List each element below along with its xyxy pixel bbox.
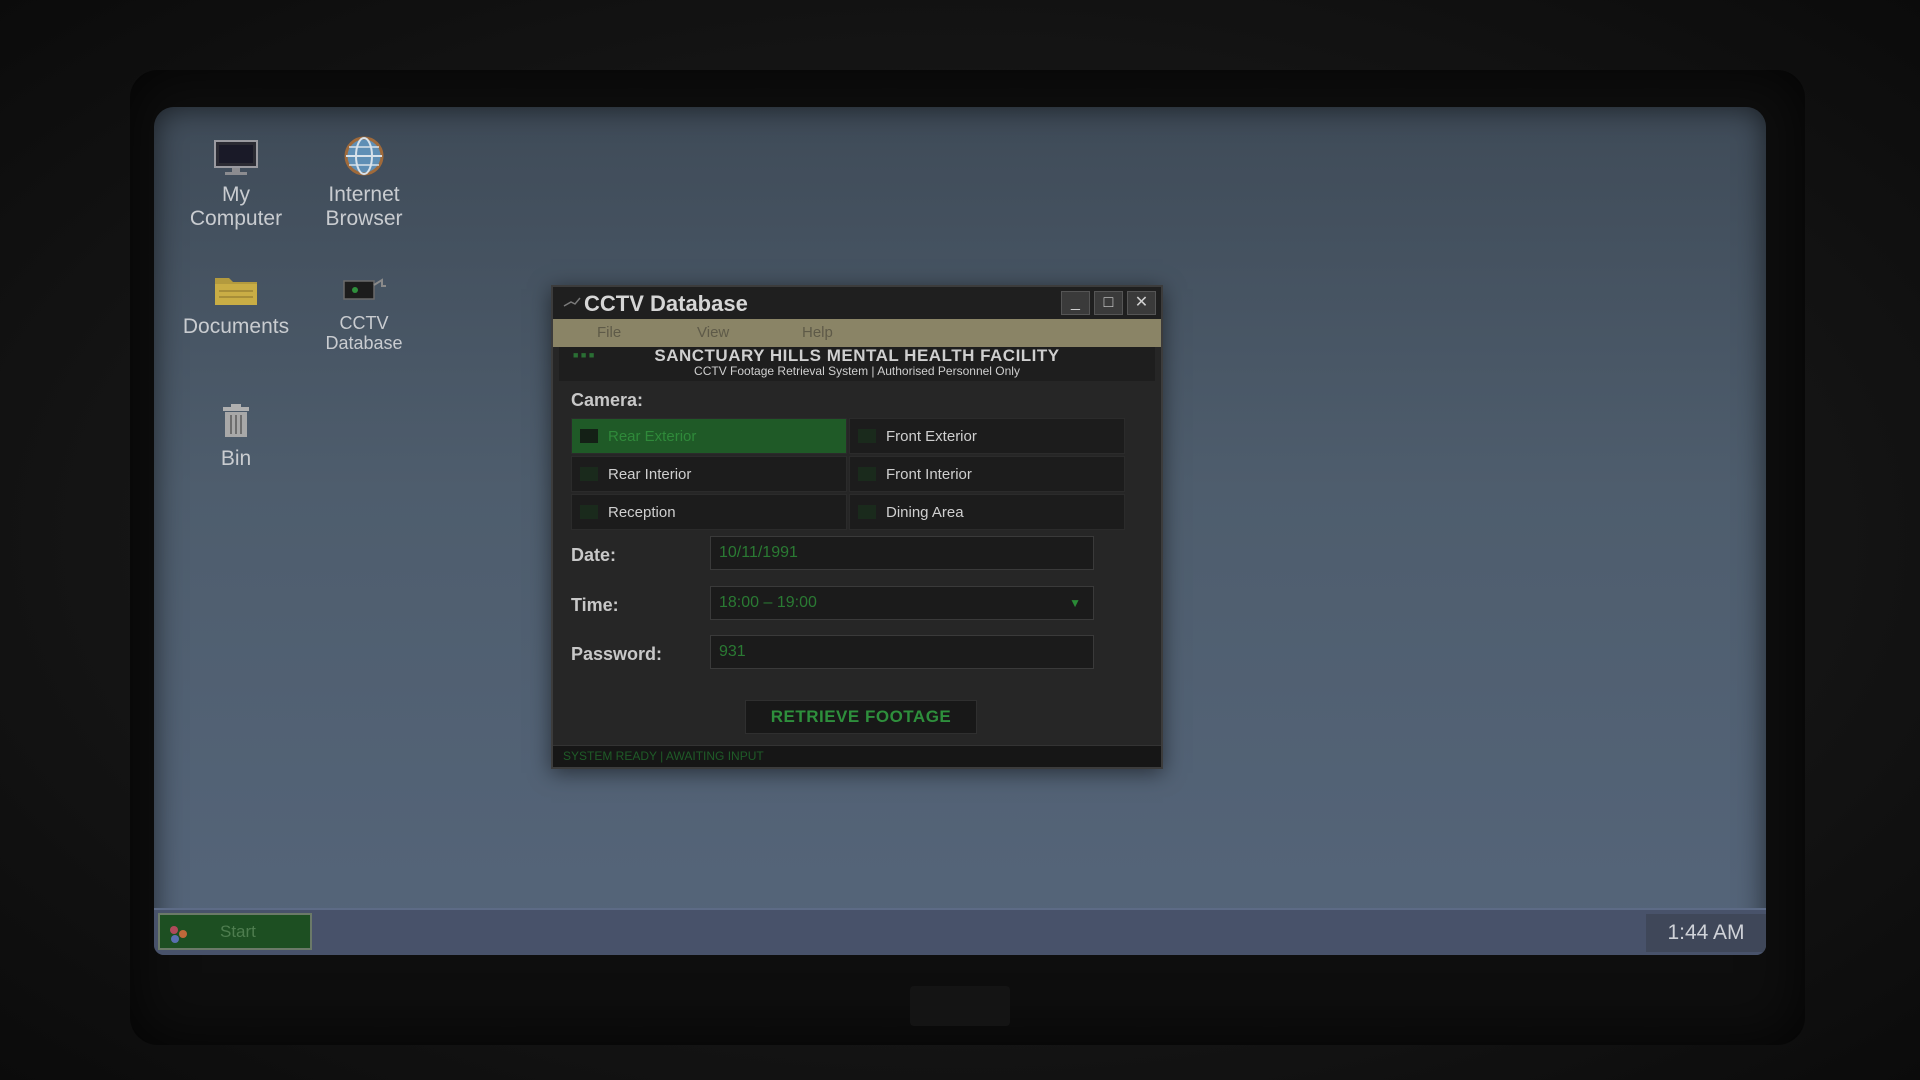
camera-option-label: Front Interior: [886, 466, 972, 483]
camera-option-label: Reception: [608, 504, 676, 521]
date-field[interactable]: 10/11/1991: [710, 536, 1094, 570]
camera-option-dining-area[interactable]: Dining Area: [849, 494, 1125, 530]
banner-subtitle: CCTV Footage Retrieval System | Authoris…: [694, 364, 1020, 378]
desktop-icon-label: Documents: [182, 315, 290, 338]
camera-option-front-interior[interactable]: Front Interior: [849, 456, 1125, 492]
camera-checkbox[interactable]: [858, 505, 876, 519]
status-bar: SYSTEM READY | AWAITING INPUT: [553, 745, 1161, 767]
taskbar: Start 1:44 AM: [154, 908, 1766, 955]
camera-checkbox[interactable]: [580, 505, 598, 519]
password-label: Password:: [571, 644, 663, 664]
globe-icon: [344, 136, 384, 176]
retrieve-footage-button[interactable]: RETRIEVE FOOTAGE: [745, 700, 977, 734]
camera-option-label: Front Exterior: [886, 428, 977, 445]
camera-checkbox[interactable]: [858, 467, 876, 481]
camera-checkbox[interactable]: [580, 429, 598, 443]
desktop-icon-label: Internet: [328, 183, 400, 206]
menu-file[interactable]: File: [597, 324, 621, 341]
folder-icon: [215, 278, 257, 305]
trash-bin-icon: [223, 404, 249, 437]
date-label: Date:: [571, 545, 617, 565]
camera-option-front-exterior[interactable]: Front Exterior: [849, 418, 1125, 454]
facility-banner: ■ ■ ■ SANCTUARY HILLS MENTAL HEALTH FACI…: [559, 347, 1155, 381]
start-button[interactable]: Start: [158, 913, 312, 950]
desktop-icon-label: Bin: [220, 447, 252, 470]
desktop-icon-documents[interactable]: Documents: [174, 273, 298, 339]
camera-label: Camera:: [571, 390, 644, 410]
menu-bar: File View Help: [553, 319, 1161, 347]
time-label: Time:: [571, 595, 619, 615]
desktop-icon-cctv-database[interactable]: CCTV Database: [302, 275, 426, 353]
menu-help[interactable]: Help: [802, 324, 833, 341]
desktop-icon-internet-browser[interactable]: Internet Browser: [302, 135, 426, 231]
desktop-icon-label: Computer: [189, 207, 283, 230]
camera-option-reception[interactable]: Reception: [571, 494, 847, 530]
camera-option-rear-interior[interactable]: Rear Interior: [571, 456, 847, 492]
desktop-icon-label: CCTV: [339, 313, 389, 333]
password-field[interactable]: 931: [710, 635, 1094, 669]
camera-option-rear-exterior[interactable]: Rear Exterior: [571, 418, 847, 454]
maximize-button[interactable]: □: [1094, 291, 1123, 315]
cctv-database-window: CCTV Database _ □ ✕ File View Help ■ ■ ■…: [551, 285, 1163, 769]
chevron-down-icon[interactable]: ▼: [1069, 596, 1081, 610]
time-value: 18:00 – 19:00: [719, 594, 817, 611]
desktop-screen: My Computer Internet Browser Documents C…: [154, 107, 1766, 955]
desktop-icon-label: Browser: [325, 207, 403, 230]
desktop-icon-my-computer[interactable]: My Computer: [174, 139, 298, 231]
password-value: 931: [719, 643, 746, 660]
camera-option-label: Rear Exterior: [608, 428, 697, 445]
desktop-icon-label: Database: [325, 333, 403, 353]
close-button[interactable]: ✕: [1127, 291, 1156, 315]
camera-option-label: Rear Interior: [608, 466, 692, 483]
banner-title: SANCTUARY HILLS MENTAL HEALTH FACILITY: [654, 346, 1060, 365]
menu-view[interactable]: View: [697, 324, 729, 341]
desktop-icon-label: My: [222, 183, 250, 206]
start-label: Start: [220, 922, 256, 941]
minimize-button[interactable]: _: [1061, 291, 1090, 315]
monitor-stand: [910, 986, 1010, 1026]
window-titlebar[interactable]: CCTV Database _ □ ✕: [553, 287, 1161, 319]
status-led-icon: ■ ■ ■: [573, 350, 595, 360]
camera-checkbox[interactable]: [580, 467, 598, 481]
cctv-camera-icon: [343, 278, 386, 300]
desktop-icon-bin[interactable]: Bin: [174, 403, 298, 471]
monitor-icon: [214, 140, 258, 175]
start-logo-icon: [170, 926, 187, 943]
taskbar-clock: 1:44 AM: [1646, 914, 1766, 952]
camera-checkbox[interactable]: [858, 429, 876, 443]
cctv-camera-icon: [563, 297, 581, 307]
camera-option-label: Dining Area: [886, 504, 964, 521]
time-select[interactable]: 18:00 – 19:00 ▼: [710, 586, 1094, 620]
window-title: CCTV Database: [584, 291, 748, 316]
date-value: 10/11/1991: [719, 544, 798, 561]
